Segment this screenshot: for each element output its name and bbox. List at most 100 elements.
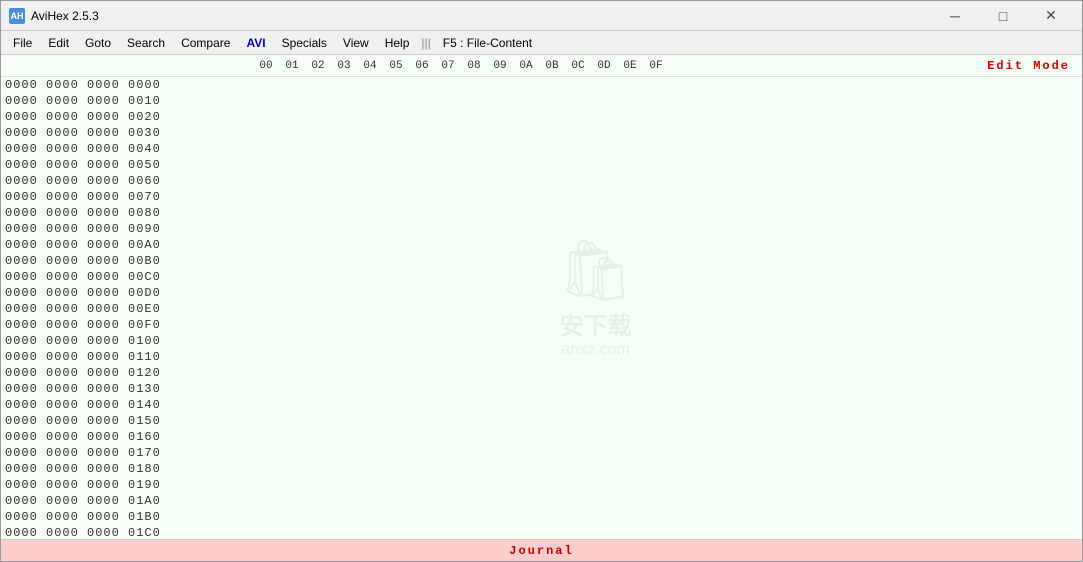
row-offset: 0000 0000 0000 01C0	[5, 526, 249, 539]
menu-search[interactable]: Search	[119, 32, 173, 54]
col-header-09: 09	[487, 60, 513, 72]
row-offset: 0000 0000 0000 00E0	[5, 302, 249, 316]
row-offset: 0000 0000 0000 0110	[5, 350, 249, 364]
row-offset: 0000 0000 0000 0020	[5, 110, 249, 124]
restore-button[interactable]: □	[980, 1, 1026, 31]
table-row[interactable]: 0000 0000 0000 0050	[1, 157, 1082, 173]
row-offset: 0000 0000 0000 0080	[5, 206, 249, 220]
col-header-07: 07	[435, 60, 461, 72]
row-offset: 0000 0000 0000 00D0	[5, 286, 249, 300]
table-row[interactable]: 0000 0000 0000 0140	[1, 397, 1082, 413]
table-row[interactable]: 0000 0000 0000 0090	[1, 221, 1082, 237]
row-offset: 0000 0000 0000 0090	[5, 222, 249, 236]
row-offset: 0000 0000 0000 0150	[5, 414, 249, 428]
close-button[interactable]: ✕	[1028, 1, 1074, 31]
table-row[interactable]: 0000 0000 0000 00A0	[1, 237, 1082, 253]
table-row[interactable]: 0000 0000 0000 0040	[1, 141, 1082, 157]
row-offset: 0000 0000 0000 0170	[5, 446, 249, 460]
table-row[interactable]: 0000 0000 0000 00C0	[1, 269, 1082, 285]
app-window: AH AviHex 2.5.3 ─ □ ✕ File Edit Goto Sea…	[0, 0, 1083, 562]
title-bar: AH AviHex 2.5.3 ─ □ ✕	[1, 1, 1082, 31]
row-offset: 0000 0000 0000 0100	[5, 334, 249, 348]
col-header-0E: 0E	[617, 60, 643, 72]
app-icon: AH	[9, 8, 25, 24]
col-header-0D: 0D	[591, 60, 617, 72]
col-header-08: 08	[461, 60, 487, 72]
title-text: AviHex 2.5.3	[31, 9, 932, 23]
table-row[interactable]: 0000 0000 0000 0100	[1, 333, 1082, 349]
row-offset: 0000 0000 0000 0120	[5, 366, 249, 380]
row-offset: 0000 0000 0000 0190	[5, 478, 249, 492]
f5-label: F5 : File-Content	[443, 36, 532, 50]
row-offset: 0000 0000 0000 0050	[5, 158, 249, 172]
col-header-05: 05	[383, 60, 409, 72]
row-offset: 0000 0000 0000 0000	[5, 78, 249, 92]
row-offset: 0000 0000 0000 00A0	[5, 238, 249, 252]
col-header-02: 02	[305, 60, 331, 72]
table-row[interactable]: 0000 0000 0000 0190	[1, 477, 1082, 493]
table-row[interactable]: 0000 0000 0000 0020	[1, 109, 1082, 125]
row-offset: 0000 0000 0000 0040	[5, 142, 249, 156]
menu-specials[interactable]: Specials	[274, 32, 335, 54]
journal-label: Journal	[509, 544, 573, 558]
menu-avi[interactable]: AVI	[238, 32, 273, 54]
edit-mode-label: Edit Mode	[987, 59, 1078, 73]
minimize-button[interactable]: ─	[932, 1, 978, 31]
hex-body[interactable]: 0000 0000 0000 0000 0000 0000 0000 0010 00…	[1, 77, 1082, 539]
row-offset: 0000 0000 0000 0130	[5, 382, 249, 396]
col-header-01: 01	[279, 60, 305, 72]
menu-goto[interactable]: Goto	[77, 32, 119, 54]
menu-bar: File Edit Goto Search Compare AVI Specia…	[1, 31, 1082, 55]
menu-help[interactable]: Help	[377, 32, 418, 54]
toolbar-separator: |||	[417, 36, 434, 50]
col-header-0A: 0A	[513, 60, 539, 72]
table-row[interactable]: 0000 0000 0000 0160	[1, 429, 1082, 445]
table-row[interactable]: 0000 0000 0000 01C0	[1, 525, 1082, 539]
row-offset: 0000 0000 0000 0030	[5, 126, 249, 140]
col-header-04: 04	[357, 60, 383, 72]
col-header-00: 00	[253, 60, 279, 72]
table-row[interactable]: 0000 0000 0000 0010	[1, 93, 1082, 109]
col-header-06: 06	[409, 60, 435, 72]
menu-file[interactable]: File	[5, 32, 40, 54]
row-offset: 0000 0000 0000 0070	[5, 190, 249, 204]
table-row[interactable]: 0000 0000 0000 0110	[1, 349, 1082, 365]
row-offset: 0000 0000 0000 01A0	[5, 494, 249, 508]
table-row[interactable]: 0000 0000 0000 0180	[1, 461, 1082, 477]
menu-compare[interactable]: Compare	[173, 32, 238, 54]
row-offset: 0000 0000 0000 0010	[5, 94, 249, 108]
col-header-0F: 0F	[643, 60, 669, 72]
col-header-0C: 0C	[565, 60, 591, 72]
table-row[interactable]: 0000 0000 0000 0060	[1, 173, 1082, 189]
table-row[interactable]: 0000 0000 0000 0080	[1, 205, 1082, 221]
table-row[interactable]: 0000 0000 0000 0170	[1, 445, 1082, 461]
hex-header: 000102030405060708090A0B0C0D0E0F Edit Mo…	[1, 55, 1082, 77]
menu-view[interactable]: View	[335, 32, 377, 54]
table-row[interactable]: 0000 0000 0000 00E0	[1, 301, 1082, 317]
table-row[interactable]: 0000 0000 0000 00F0	[1, 317, 1082, 333]
row-offset: 0000 0000 0000 00F0	[5, 318, 249, 332]
main-content: 🛍 安下载 anxz.com 000102030405060708090A0B0…	[1, 55, 1082, 539]
col-header-0B: 0B	[539, 60, 565, 72]
table-row[interactable]: 0000 0000 0000 0150	[1, 413, 1082, 429]
table-row[interactable]: 0000 0000 0000 00D0	[1, 285, 1082, 301]
hex-header-bytes: 000102030405060708090A0B0C0D0E0F	[253, 60, 987, 72]
row-offset: 0000 0000 0000 0160	[5, 430, 249, 444]
row-offset: 0000 0000 0000 0060	[5, 174, 249, 188]
table-row[interactable]: 0000 0000 0000 00B0	[1, 253, 1082, 269]
table-row[interactable]: 0000 0000 0000 01A0	[1, 493, 1082, 509]
row-offset: 0000 0000 0000 00C0	[5, 270, 249, 284]
row-offset: 0000 0000 0000 00B0	[5, 254, 249, 268]
status-bar: Journal	[1, 539, 1082, 561]
row-offset: 0000 0000 0000 0180	[5, 462, 249, 476]
table-row[interactable]: 0000 0000 0000 0120	[1, 365, 1082, 381]
table-row[interactable]: 0000 0000 0000 0070	[1, 189, 1082, 205]
menu-edit[interactable]: Edit	[40, 32, 77, 54]
table-row[interactable]: 0000 0000 0000 0030	[1, 125, 1082, 141]
window-controls: ─ □ ✕	[932, 1, 1074, 31]
col-header-03: 03	[331, 60, 357, 72]
table-row[interactable]: 0000 0000 0000 0130	[1, 381, 1082, 397]
row-offset: 0000 0000 0000 0140	[5, 398, 249, 412]
table-row[interactable]: 0000 0000 0000 01B0	[1, 509, 1082, 525]
table-row[interactable]: 0000 0000 0000 0000	[1, 77, 1082, 93]
